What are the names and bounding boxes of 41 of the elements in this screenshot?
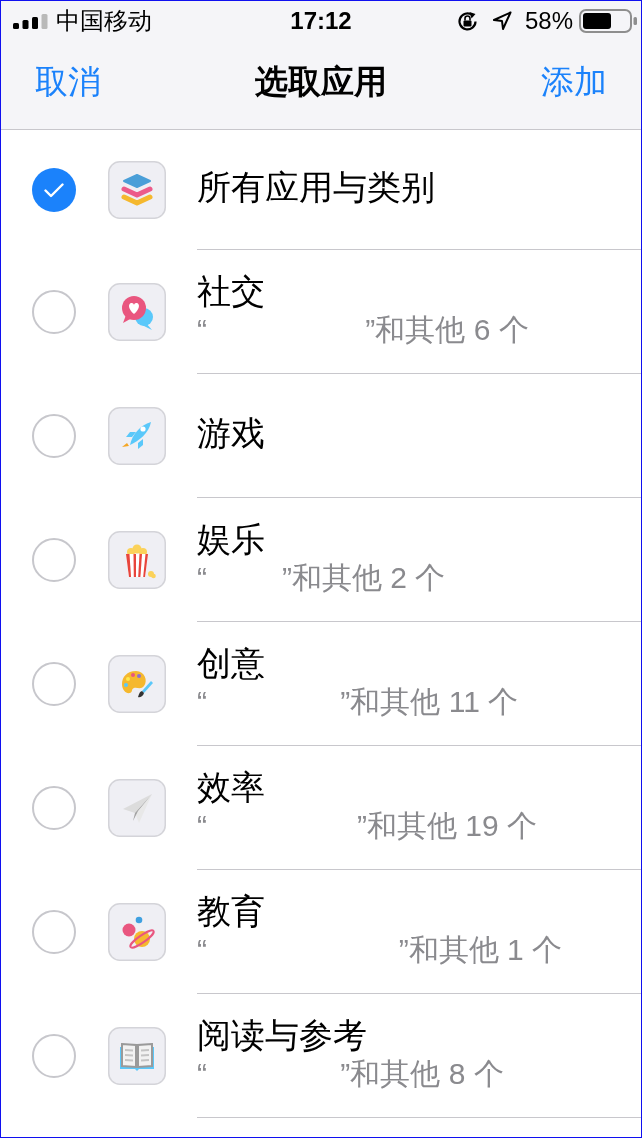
checkbox[interactable]	[32, 786, 76, 830]
checkbox[interactable]	[32, 910, 76, 954]
category-title: 阅读与参考	[197, 1014, 367, 1056]
category-apps-summary: “ ”和其他 1 个	[197, 931, 563, 968]
battery-percentage: 58%	[524, 6, 573, 36]
category-title: 所有应用与类别	[197, 166, 435, 208]
category-apps-summary: “ ”和其他 6 个	[197, 311, 529, 348]
add-button[interactable]: 添加	[541, 62, 607, 108]
category-apps-summary: “ ”和其他 19 个	[197, 807, 538, 844]
carrier-name: 中国移动	[56, 6, 152, 36]
book-icon	[108, 1027, 166, 1085]
speech-bubbles-icon	[108, 283, 166, 341]
category-title: 效率	[197, 766, 265, 808]
popcorn-icon	[108, 531, 166, 589]
battery-icon	[579, 9, 638, 33]
checkbox[interactable]	[32, 414, 76, 458]
rotation-lock-icon	[455, 9, 479, 33]
category-apps-summary: “ ”和其他 2 个	[197, 559, 446, 596]
category-title: 社交	[197, 270, 265, 312]
checkbox[interactable]	[32, 1034, 76, 1078]
checkbox[interactable]	[32, 662, 76, 706]
planet-icon	[108, 903, 166, 961]
signal-icon	[13, 13, 48, 29]
palette-icon	[108, 655, 166, 713]
category-title: 娱乐	[197, 518, 265, 560]
status-time: 17:12	[290, 6, 352, 36]
category-title: 游戏	[197, 412, 265, 454]
rocket-icon	[108, 407, 166, 465]
category-apps-summary: “ ”和其他 11 个	[197, 683, 519, 720]
category-apps-summary: “ ”和其他 8 个	[197, 1055, 504, 1092]
layers-icon	[108, 161, 166, 219]
cancel-button[interactable]: 取消	[35, 62, 101, 108]
checkmark-icon	[44, 182, 64, 198]
checkbox[interactable]	[32, 538, 76, 582]
category-title: 创意	[197, 642, 265, 684]
location-arrow-icon	[491, 11, 512, 31]
checkbox[interactable]	[32, 290, 76, 334]
category-title: 教育	[197, 890, 265, 932]
checkbox[interactable]	[32, 168, 76, 212]
navigation-title: 选取应用	[255, 62, 387, 102]
paper-plane-icon	[108, 779, 166, 837]
